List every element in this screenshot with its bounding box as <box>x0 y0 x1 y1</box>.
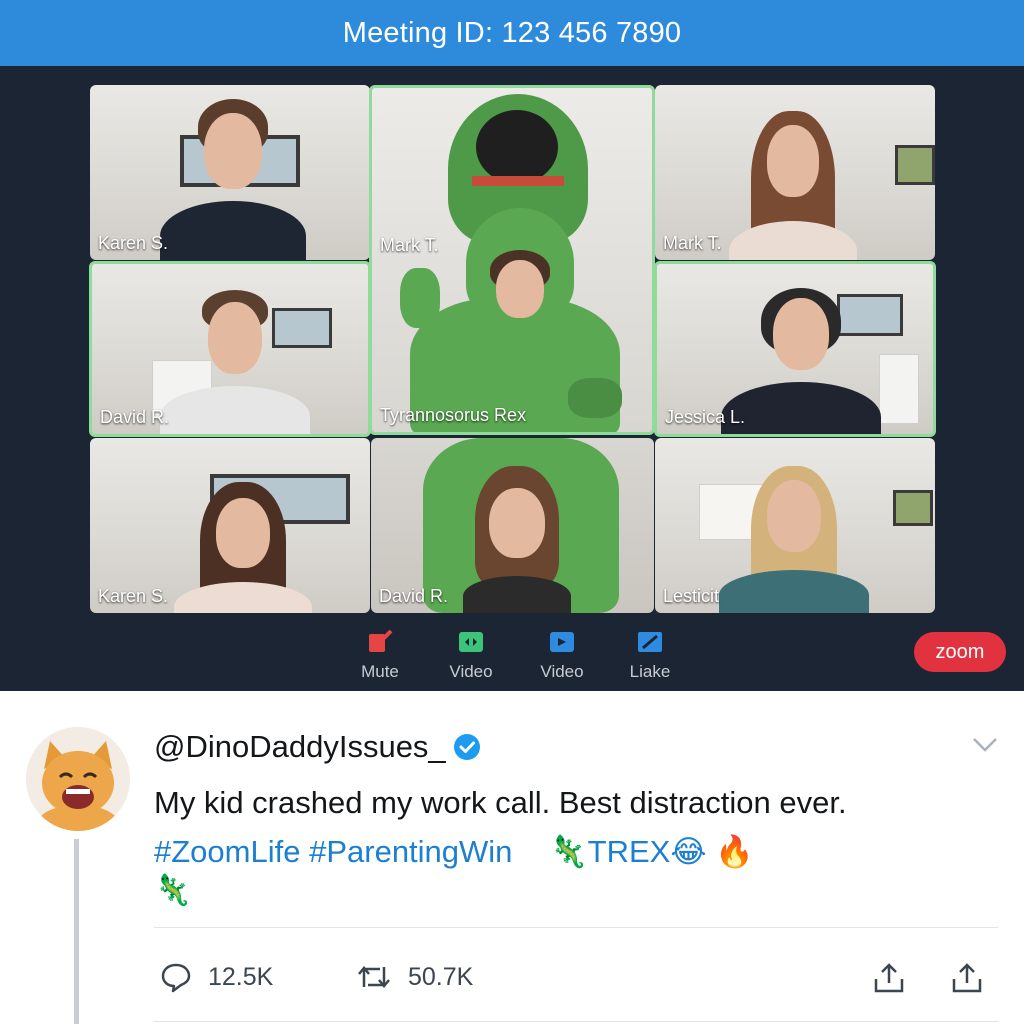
edit-icon <box>638 632 662 652</box>
trex-tag[interactable]: 🦎TREX😂 🔥 <box>549 834 754 869</box>
video-tile[interactable]: David R. <box>371 438 654 613</box>
participant-name: Mark T. <box>663 233 722 253</box>
meeting-id-title: Meeting ID: 123 456 7890 <box>342 16 682 49</box>
reply-icon <box>161 963 191 993</box>
share-icon <box>874 963 904 993</box>
verified-badge-icon <box>453 734 480 760</box>
mute-icon <box>369 629 393 652</box>
meeting-toolbar: Mute Video Video Liake <box>0 626 1024 691</box>
hashtag-link[interactable]: #ParentingWin <box>309 834 512 869</box>
avatar[interactable] <box>26 727 130 831</box>
mute-label: Mute <box>361 662 399 681</box>
hashtag-line: #ZoomLife #ParentingWin 🦎TREX😂 🔥 <box>154 833 754 870</box>
participant-name: Lesticit <box>663 586 720 606</box>
meeting-window: Karen S. Mark T. Tyrannosorus Rex Mark T… <box>0 66 1024 691</box>
video-tile-dino[interactable]: Mark T. Tyrannosorus Rex <box>369 85 655 435</box>
video-tile[interactable]: Karen S. <box>90 438 370 613</box>
video-camera-label: Video <box>540 662 584 681</box>
share-button[interactable] <box>872 961 922 995</box>
video-label: Video <box>449 662 493 681</box>
user-handle-text: @DinoDaddyIssues_ <box>154 729 446 764</box>
video-tile[interactable]: Jessica L. <box>654 261 936 437</box>
video-camera-button[interactable]: Video <box>527 628 597 682</box>
cat-avatar-icon <box>26 727 130 831</box>
video-icon <box>459 632 483 652</box>
retweet-count: 50.7K <box>408 962 474 991</box>
video-tile[interactable]: Mark T. <box>655 85 935 260</box>
participant-grid: Karen S. Mark T. Tyrannosorus Rex Mark T… <box>0 66 1024 626</box>
meeting-id-bar: Meeting ID: 123 456 7890 <box>0 0 1024 66</box>
chevron-down-icon[interactable] <box>972 737 998 753</box>
thread-line <box>74 839 79 1024</box>
tweet-text: My kid crashed my work call. Best distra… <box>154 785 847 820</box>
participant-name: Jessica L. <box>665 407 746 427</box>
tweet-card: @DinoDaddyIssues_ My kid crashed my work… <box>0 691 1024 1024</box>
reply-count: 12.5K <box>208 962 274 991</box>
retweet-button[interactable]: 50.7K <box>356 961 473 993</box>
liake-button[interactable]: Liake <box>615 628 685 682</box>
video-tile[interactable]: Karen S. <box>90 85 370 260</box>
dino-emoji: 🦎 <box>154 874 192 907</box>
share-button-secondary[interactable] <box>950 961 1000 995</box>
video-tile[interactable]: David R. <box>89 261 371 437</box>
divider <box>154 927 998 928</box>
participant-name-dino: Tyrannosorus Rex <box>380 405 527 425</box>
video-tile[interactable]: Lesticit <box>655 438 935 613</box>
video-button[interactable]: Video <box>436 628 506 682</box>
participant-name: Karen S. <box>98 233 169 253</box>
hashtag-link[interactable]: #ZoomLife <box>154 834 300 869</box>
participant-name: Mark T. <box>380 235 439 255</box>
participant-name: Karen S. <box>98 586 169 606</box>
reply-button[interactable]: 12.5K <box>160 961 273 993</box>
video-camera-icon <box>550 632 574 652</box>
mute-button[interactable]: Mute <box>345 628 415 682</box>
liake-label: Liake <box>629 662 671 681</box>
divider <box>154 1021 998 1022</box>
participant-name: David R. <box>379 586 449 606</box>
user-handle[interactable]: @DinoDaddyIssues_ <box>154 729 482 765</box>
zoom-logo-badge[interactable]: zoom <box>914 632 1006 672</box>
participant-name: David R. <box>100 407 170 427</box>
zoom-badge-label: zoom <box>935 640 985 663</box>
retweet-icon <box>358 966 390 988</box>
upload-icon <box>952 963 982 993</box>
